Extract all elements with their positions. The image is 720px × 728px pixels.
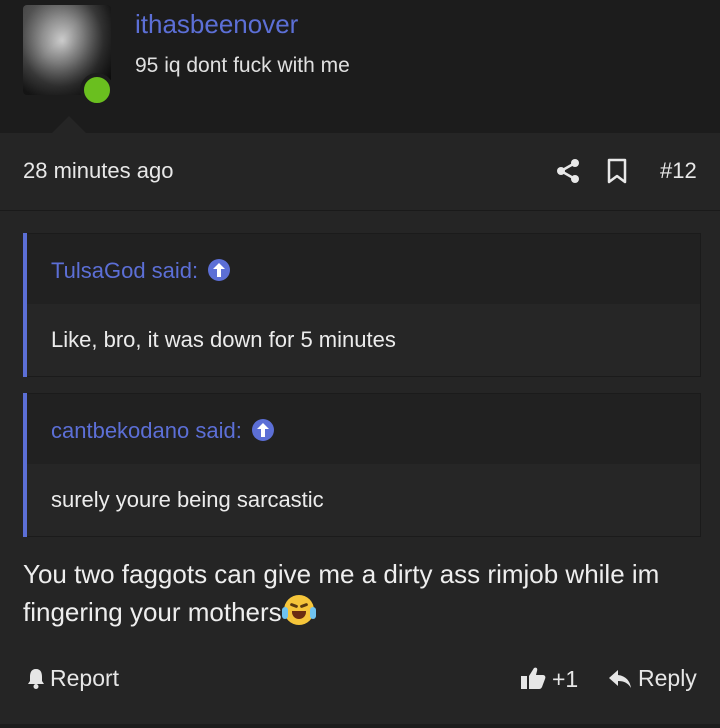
quote-text: Like, bro, it was down for 5 minutes <box>51 327 396 352</box>
quote-body: surely youre being sarcastic <box>27 464 701 537</box>
post-message: You two faggots can give me a dirty ass … <box>23 555 703 631</box>
header-pointer <box>52 116 86 133</box>
like-count: +1 <box>552 666 579 692</box>
bookmark-icon[interactable] <box>606 158 628 184</box>
quote-header: TulsaGod said: <box>27 233 701 304</box>
thumbs-up-icon <box>521 667 546 689</box>
quote-header: cantbekodano said: <box>27 393 701 464</box>
quote-block: TulsaGod said: Like, bro, it was down fo… <box>23 233 701 377</box>
reply-arrow-icon <box>609 670 631 688</box>
quote-author-link[interactable]: cantbekodano said: <box>51 418 274 444</box>
post-meta-bar: 28 minutes ago #12 <box>0 133 720 211</box>
share-icon[interactable] <box>555 158 581 184</box>
post-number-link[interactable]: #12 <box>660 158 697 184</box>
post-actions-bar: Report +1 Reply <box>0 650 720 710</box>
username-link[interactable]: ithasbeenover <box>135 9 298 40</box>
report-button[interactable]: Report <box>26 665 119 692</box>
tears-of-joy-emoji-icon <box>281 595 316 625</box>
quote-block: cantbekodano said: surely youre being sa… <box>23 393 701 537</box>
reply-label: Reply <box>638 665 697 691</box>
post-divider <box>0 724 720 728</box>
post-user-header: ithasbeenover 95 iq dont fuck with me <box>0 0 720 133</box>
quote-author-label: cantbekodano said: <box>51 418 242 443</box>
online-status-indicator <box>80 73 114 107</box>
arrow-up-icon[interactable] <box>208 259 231 282</box>
user-title: 95 iq dont fuck with me <box>135 54 350 77</box>
bell-icon <box>28 669 44 689</box>
post-timestamp[interactable]: 28 minutes ago <box>23 158 173 184</box>
like-button[interactable]: +1 <box>520 665 578 693</box>
quote-body: Like, bro, it was down for 5 minutes <box>27 304 701 377</box>
quote-text: surely youre being sarcastic <box>51 487 324 512</box>
quote-author-link[interactable]: TulsaGod said: <box>51 258 231 284</box>
post-message-text: You two faggots can give me a dirty ass … <box>23 559 660 627</box>
quote-author-label: TulsaGod said: <box>51 258 199 283</box>
report-label: Report <box>50 665 120 691</box>
arrow-up-icon[interactable] <box>251 419 274 442</box>
reply-button[interactable]: Reply <box>608 665 697 692</box>
